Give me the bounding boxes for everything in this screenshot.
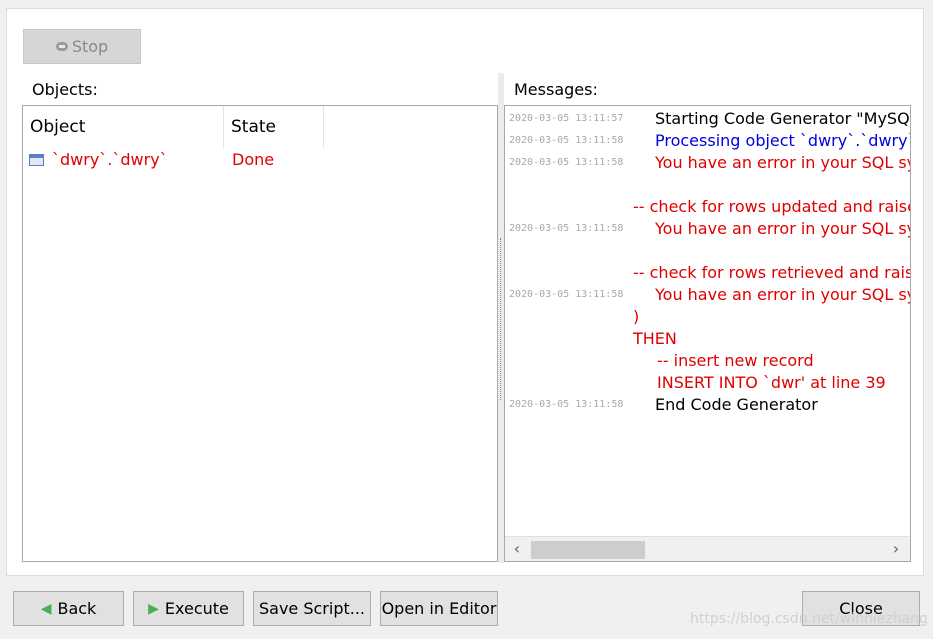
message-timestamp: 2020-03-05 13:11:58 bbox=[509, 223, 624, 234]
save-script-button[interactable]: Save Script... bbox=[253, 591, 371, 626]
message-line: -- check for rows retrieved and raise a bbox=[505, 262, 911, 284]
message-line: THEN bbox=[505, 328, 910, 350]
message-text: You have an error in your SQL synt bbox=[655, 153, 911, 172]
arrow-right-icon: ▶ bbox=[148, 600, 159, 617]
message-line: 2020-03-05 13:11:58 End Code Generator bbox=[505, 394, 910, 416]
column-header-state[interactable]: State bbox=[224, 106, 324, 148]
message-text: End Code Generator bbox=[655, 395, 818, 414]
message-text: ) bbox=[633, 307, 640, 326]
message-line: ) bbox=[505, 306, 910, 328]
column-header-object[interactable]: Object bbox=[23, 106, 224, 148]
message-timestamp: 2020-03-05 13:11:58 bbox=[509, 135, 624, 146]
table-icon bbox=[29, 153, 44, 166]
message-text: INSERT INTO `dwr' at line 39 bbox=[657, 373, 886, 392]
arrow-left-icon: ◀ bbox=[40, 600, 52, 617]
back-button[interactable]: ◀ Back bbox=[13, 591, 124, 626]
message-text: THEN bbox=[633, 329, 677, 348]
scroll-right-icon[interactable]: › bbox=[888, 539, 904, 559]
message-line: 2020-03-05 13:11:58 You have an error in … bbox=[505, 218, 911, 240]
message-text: Processing object `dwry`.`dwry` bbox=[655, 131, 911, 150]
table-row[interactable]: `dwry`.`dwry` Done bbox=[23, 149, 497, 173]
message-line: 2020-03-05 13:11:57 Starting Code Generat… bbox=[505, 108, 911, 130]
stop-button-label: Stop bbox=[71, 37, 109, 56]
message-text: -- insert new record bbox=[657, 351, 814, 370]
message-line: -- check for rows updated and raise a bbox=[505, 196, 911, 218]
message-line: -- insert new record bbox=[505, 350, 910, 372]
message-timestamp: 2020-03-05 13:11:58 bbox=[509, 289, 624, 300]
message-timestamp: 2020-03-05 13:11:58 bbox=[509, 399, 624, 410]
messages-list: 2020-03-05 13:11:57 Starting Code Generat… bbox=[505, 106, 911, 538]
objects-label: Objects: bbox=[32, 80, 98, 99]
message-text: -- check for rows updated and raise a bbox=[633, 197, 911, 216]
messages-label: Messages: bbox=[514, 80, 598, 99]
message-timestamp: 2020-03-05 13:11:57 bbox=[509, 113, 624, 124]
message-text: You have an error in your SQL synt bbox=[655, 285, 911, 304]
stop-button[interactable]: Stop bbox=[23, 29, 141, 64]
scroll-left-icon[interactable]: ‹ bbox=[509, 539, 525, 559]
message-text: Starting Code Generator "MySQL C bbox=[655, 109, 911, 128]
splitter-grip[interactable] bbox=[500, 238, 503, 400]
stop-icon bbox=[55, 42, 68, 51]
message-text: You have an error in your SQL synt bbox=[655, 219, 911, 238]
open-in-editor-button[interactable]: Open in Editor bbox=[380, 591, 498, 626]
object-state: Done bbox=[232, 150, 275, 169]
message-line: 2020-03-05 13:11:58 Processing object `dw… bbox=[505, 130, 911, 152]
message-timestamp: 2020-03-05 13:11:58 bbox=[509, 157, 624, 168]
message-line: 2020-03-05 13:11:58 You have an error in … bbox=[505, 284, 911, 306]
execute-button[interactable]: ▶ Execute bbox=[133, 591, 244, 626]
message-text: -- check for rows retrieved and raise a bbox=[633, 263, 911, 282]
objects-table: Object State `dwry`.`dwry` Done bbox=[22, 105, 498, 562]
scroll-thumb[interactable] bbox=[531, 541, 645, 559]
message-line: 2020-03-05 13:11:58 You have an error in … bbox=[505, 152, 911, 174]
horizontal-scrollbar[interactable]: ‹ › bbox=[505, 536, 910, 561]
object-name: `dwry`.`dwry` bbox=[52, 150, 168, 169]
messages-panel: 2020-03-05 13:11:57 Starting Code Generat… bbox=[504, 105, 911, 562]
watermark: https://blog.csdn.net/winniezhang bbox=[690, 611, 928, 627]
message-line: INSERT INTO `dwr' at line 39 bbox=[505, 372, 910, 394]
